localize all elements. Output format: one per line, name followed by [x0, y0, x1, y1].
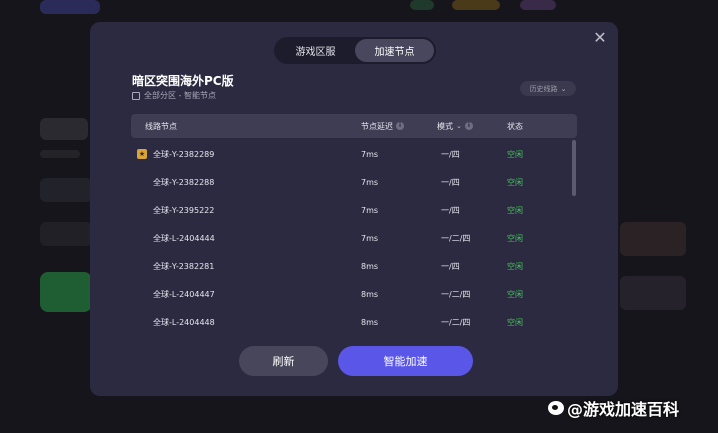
- node-latency: 7ms: [361, 233, 379, 243]
- bg-game-title: [40, 118, 88, 140]
- node-name: 全球-Y-2382288: [153, 177, 215, 187]
- game-subtitle: 全部分区 - 智能节点: [132, 90, 216, 101]
- chevron-down-icon: ⌄: [560, 84, 567, 93]
- history-route-dropdown[interactable]: 历史线路 ⌄: [520, 81, 576, 96]
- table-row[interactable]: ★ 全球-Y-2382289 7ms 一/四 空闲: [131, 140, 571, 168]
- node-mode: 一/四: [441, 149, 460, 159]
- node-latency: 8ms: [361, 289, 379, 299]
- node-mode: 一/四: [441, 261, 460, 271]
- watermark-text: @游戏加速百科: [567, 400, 680, 419]
- chevron-down-icon[interactable]: ⌄: [456, 122, 462, 130]
- bg-option-1: [40, 178, 92, 202]
- table-header: 线路节点 节点延迟 i 模式 ⌄ i 状态: [131, 114, 577, 138]
- header-status: 状态: [507, 114, 523, 138]
- node-name: 全球-L-2404447: [153, 289, 215, 299]
- header-latency[interactable]: 节点延迟 i: [361, 114, 404, 138]
- bg-top-item: [520, 0, 556, 10]
- game-subtitle-text: 全部分区 - 智能节点: [144, 91, 216, 100]
- table-row[interactable]: 全球-Y-2382288 7ms 一/四 空闲: [131, 168, 571, 196]
- node-status: 空闲: [507, 233, 523, 243]
- node-name: 全球-Y-2382289: [153, 149, 215, 159]
- node-status: 空闲: [507, 317, 523, 327]
- node-mode: 一/四: [441, 177, 460, 187]
- node-status: 空闲: [507, 261, 523, 271]
- close-icon[interactable]: ✕: [592, 30, 608, 46]
- refresh-button[interactable]: 刷新: [239, 346, 328, 376]
- header-latency-label: 节点延迟: [361, 121, 393, 131]
- node-name: 全球-Y-2382281: [153, 261, 215, 271]
- game-title: 暗区突围海外PC版: [132, 74, 234, 88]
- node-latency: 7ms: [361, 205, 379, 215]
- bg-option-2: [40, 222, 92, 246]
- table-row[interactable]: 全球-L-2404447 8ms 一/二/四 空闲: [131, 280, 571, 308]
- node-status: 空闲: [507, 289, 523, 299]
- node-latency: 7ms: [361, 149, 379, 159]
- header-node-label: 线路节点: [145, 121, 177, 131]
- tab-accel-node[interactable]: 加速节点: [355, 39, 434, 62]
- node-mode: 一/二/四: [441, 289, 471, 299]
- node-status: 空闲: [507, 149, 523, 159]
- node-mode: 一/四: [441, 205, 460, 215]
- bg-top-button: [40, 0, 100, 14]
- weibo-icon: [548, 401, 564, 415]
- server-icon: [132, 91, 140, 100]
- tab-bar: 游戏区服 加速节点: [274, 37, 436, 64]
- tab-game-server[interactable]: 游戏区服: [276, 39, 355, 62]
- node-select-modal: ✕ 游戏区服 加速节点 暗区突围海外PC版 全部分区 - 智能节点 历史线路 ⌄…: [90, 22, 618, 396]
- node-name: 全球-L-2404448: [153, 317, 215, 327]
- table-row[interactable]: 全球-Y-2395222 7ms 一/四 空闲: [131, 196, 571, 224]
- node-list[interactable]: ★ 全球-Y-2382289 7ms 一/四 空闲 全球-Y-2382288 7…: [131, 140, 577, 336]
- table-row[interactable]: 全球-Y-2382281 8ms 一/四 空闲: [131, 252, 571, 280]
- node-status: 空闲: [507, 205, 523, 215]
- watermark: @游戏加速百科: [548, 396, 679, 420]
- table-row[interactable]: 全球-L-2404448 8ms 一/二/四 空闲: [131, 308, 571, 336]
- info-icon[interactable]: i: [396, 122, 404, 130]
- table-row[interactable]: 全球-L-2404444 7ms 一/二/四 空闲: [131, 224, 571, 252]
- node-latency: 7ms: [361, 177, 379, 187]
- bg-top-icon: [410, 0, 434, 10]
- bg-start-button: [40, 272, 92, 312]
- bg-top-badge: [452, 0, 500, 10]
- node-latency: 8ms: [361, 317, 379, 327]
- header-mode-label: 模式: [437, 121, 453, 131]
- favorite-icon[interactable]: ★: [137, 149, 147, 159]
- bg-game-subtitle: [40, 150, 80, 158]
- bg-side-card-1: [620, 222, 686, 256]
- header-mode[interactable]: 模式 ⌄ i: [437, 114, 473, 138]
- node-mode: 一/二/四: [441, 317, 471, 327]
- node-status: 空闲: [507, 177, 523, 187]
- node-latency: 8ms: [361, 261, 379, 271]
- bg-side-card-2: [620, 276, 686, 310]
- info-icon[interactable]: i: [464, 122, 473, 130]
- header-status-label: 状态: [507, 121, 523, 131]
- node-name: 全球-L-2404444: [153, 233, 215, 243]
- history-route-label: 历史线路: [529, 84, 558, 93]
- node-name: 全球-Y-2395222: [153, 205, 215, 215]
- smart-accelerate-button[interactable]: 智能加速: [338, 346, 473, 376]
- node-mode: 一/二/四: [441, 233, 471, 243]
- header-node: 线路节点: [145, 114, 177, 138]
- scrollbar-thumb[interactable]: [572, 140, 576, 196]
